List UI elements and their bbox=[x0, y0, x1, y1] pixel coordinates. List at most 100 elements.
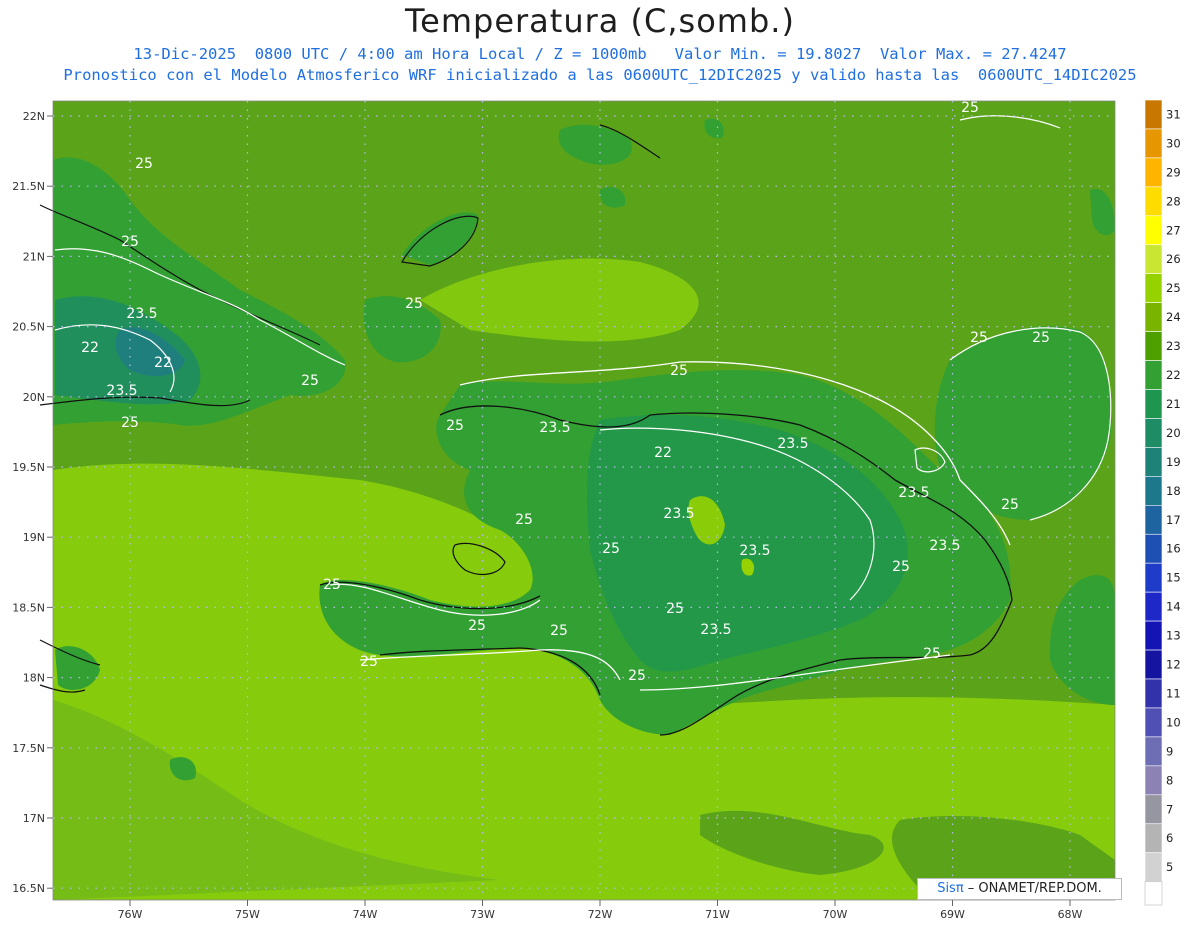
contour-label: 22 bbox=[81, 340, 99, 356]
contour-label: 25 bbox=[135, 156, 153, 172]
lat-label: 21.5N bbox=[12, 180, 45, 193]
lon-label: 70W bbox=[823, 908, 848, 921]
lat-label: 21N bbox=[23, 250, 45, 263]
lon-label: 76W bbox=[118, 908, 143, 921]
colorbar-swatch bbox=[1144, 649, 1163, 680]
colorbar-label: 9 bbox=[1166, 744, 1173, 758]
colorbar-label: 28 bbox=[1166, 194, 1181, 208]
colorbar-label: 26 bbox=[1166, 252, 1181, 266]
lat-label: 20.5N bbox=[12, 321, 45, 334]
contour-label: 25 bbox=[468, 618, 486, 634]
contour-label: 25 bbox=[515, 512, 533, 528]
colorbar-swatch bbox=[1144, 157, 1163, 188]
colorbar-swatch bbox=[1144, 562, 1163, 593]
colorbar-label: 22 bbox=[1166, 368, 1181, 382]
contour-label: 25 bbox=[970, 330, 988, 346]
colorbar-swatch bbox=[1144, 302, 1163, 332]
contour-label: 23.5 bbox=[898, 485, 929, 501]
colorbar-swatch bbox=[1144, 533, 1163, 564]
colorbar-label: 15 bbox=[1166, 571, 1181, 585]
contour-label: 23.5 bbox=[929, 538, 960, 554]
sispi-logo: Sisπ bbox=[937, 881, 964, 896]
colorbar-swatch bbox=[1144, 215, 1163, 246]
colorbar-label: 19 bbox=[1166, 455, 1181, 469]
contour-label: 25 bbox=[121, 234, 139, 250]
colorbar-label: 6 bbox=[1166, 831, 1173, 845]
lat-label: 18N bbox=[23, 672, 45, 685]
contour-label: 25 bbox=[1001, 497, 1019, 513]
lon-label: 72W bbox=[588, 908, 613, 921]
contour-label: 25 bbox=[923, 646, 941, 662]
lon-label: 69W bbox=[940, 908, 965, 921]
colorbar-label: 5 bbox=[1166, 860, 1173, 874]
colorbar-swatch bbox=[1144, 389, 1163, 419]
colorbar-swatch bbox=[1144, 360, 1163, 390]
colorbar-swatch bbox=[1144, 447, 1163, 477]
contour-label: 23.5 bbox=[700, 622, 731, 638]
lon-label: 74W bbox=[353, 908, 378, 921]
lat-label: 20N bbox=[23, 391, 45, 404]
colorbar-label: 20 bbox=[1166, 426, 1181, 440]
credit-box: Sisπ – ONAMET/REP.DOM. bbox=[917, 878, 1122, 900]
contour-label: 23.5 bbox=[106, 383, 137, 399]
colorbar-swatch-min bbox=[1144, 881, 1163, 906]
colorbar-label: 16 bbox=[1166, 542, 1181, 556]
colorbar-swatch bbox=[1144, 794, 1163, 825]
longitude-labels: 76W 75W 74W 73W 72W 71W 70W 69W 68W bbox=[118, 900, 1083, 921]
colorbar-swatch bbox=[1144, 504, 1163, 535]
contour-label: 23.5 bbox=[663, 506, 694, 522]
colorbar-swatch bbox=[1144, 823, 1163, 854]
contour-label: 25 bbox=[323, 577, 341, 593]
contour-label: 25 bbox=[446, 418, 464, 434]
credit-text: – ONAMET/REP.DOM. bbox=[963, 881, 1102, 896]
contour-label: 25 bbox=[670, 363, 688, 379]
colorbar-swatch bbox=[1144, 678, 1163, 709]
colorbar-swatch bbox=[1144, 331, 1163, 361]
colorbar-label: 29 bbox=[1166, 165, 1181, 179]
lat-label: 22N bbox=[23, 110, 45, 123]
lon-label: 73W bbox=[470, 908, 495, 921]
colorbar-label: 7 bbox=[1166, 802, 1173, 816]
lat-label: 17.5N bbox=[12, 742, 45, 755]
contour-label: 25 bbox=[550, 623, 568, 639]
lon-label: 75W bbox=[235, 908, 260, 921]
contour-label: 23.5 bbox=[539, 420, 570, 436]
latitude-labels: 22N 21.5N 21N 20.5N 20N 19.5N 19N 18.5N 18N 17.5N… bbox=[12, 110, 53, 895]
colorbar-swatch bbox=[1144, 128, 1163, 159]
colorbar-swatch bbox=[1144, 736, 1163, 767]
contour-label: 22 bbox=[654, 445, 672, 461]
colorbar-swatch bbox=[1144, 99, 1163, 130]
colorbar-swatch bbox=[1144, 186, 1163, 217]
lon-label: 71W bbox=[705, 908, 730, 921]
temperature-map: 22N 21.5N 21N 20.5N 20N 19.5N 19N 18.5N 18N 17.5N… bbox=[12, 99, 1181, 921]
colorbar-label: 11 bbox=[1166, 686, 1181, 700]
contour-label: 25 bbox=[666, 601, 684, 617]
colorbar: 31 30 29 28 27 26 25 24 23 22 21 20 19 18 17 16 15 14 13 12… bbox=[1144, 99, 1181, 906]
lat-label: 17N bbox=[23, 812, 45, 825]
colorbar-label: 21 bbox=[1166, 397, 1181, 411]
colorbar-label: 13 bbox=[1166, 629, 1181, 643]
lat-label: 19.5N bbox=[12, 461, 45, 474]
lon-label: 68W bbox=[1058, 908, 1083, 921]
colorbar-swatch bbox=[1144, 476, 1163, 506]
colorbar-swatch bbox=[1144, 273, 1163, 303]
contour-label: 25 bbox=[892, 559, 910, 575]
contour-label: 25 bbox=[360, 654, 378, 670]
contour-label: 23.5 bbox=[777, 436, 808, 452]
colorbar-swatch bbox=[1144, 591, 1163, 622]
colorbar-label: 17 bbox=[1166, 513, 1181, 527]
contour-label: 23.5 bbox=[739, 543, 770, 559]
contour-label: 25 bbox=[961, 100, 979, 116]
colorbar-label: 27 bbox=[1166, 223, 1181, 237]
colorbar-swatch bbox=[1144, 765, 1163, 796]
contour-label: 22 bbox=[154, 355, 172, 371]
contour-label: 25 bbox=[405, 296, 423, 312]
colorbar-label: 30 bbox=[1166, 136, 1181, 150]
colorbar-label: 12 bbox=[1166, 658, 1181, 672]
colorbar-label: 31 bbox=[1166, 107, 1181, 121]
contour-label: 25 bbox=[301, 373, 319, 389]
contour-label: 25 bbox=[121, 415, 139, 431]
colorbar-label: 24 bbox=[1166, 310, 1181, 324]
contour-label: 25 bbox=[628, 668, 646, 684]
colorbar-label: 8 bbox=[1166, 773, 1173, 787]
